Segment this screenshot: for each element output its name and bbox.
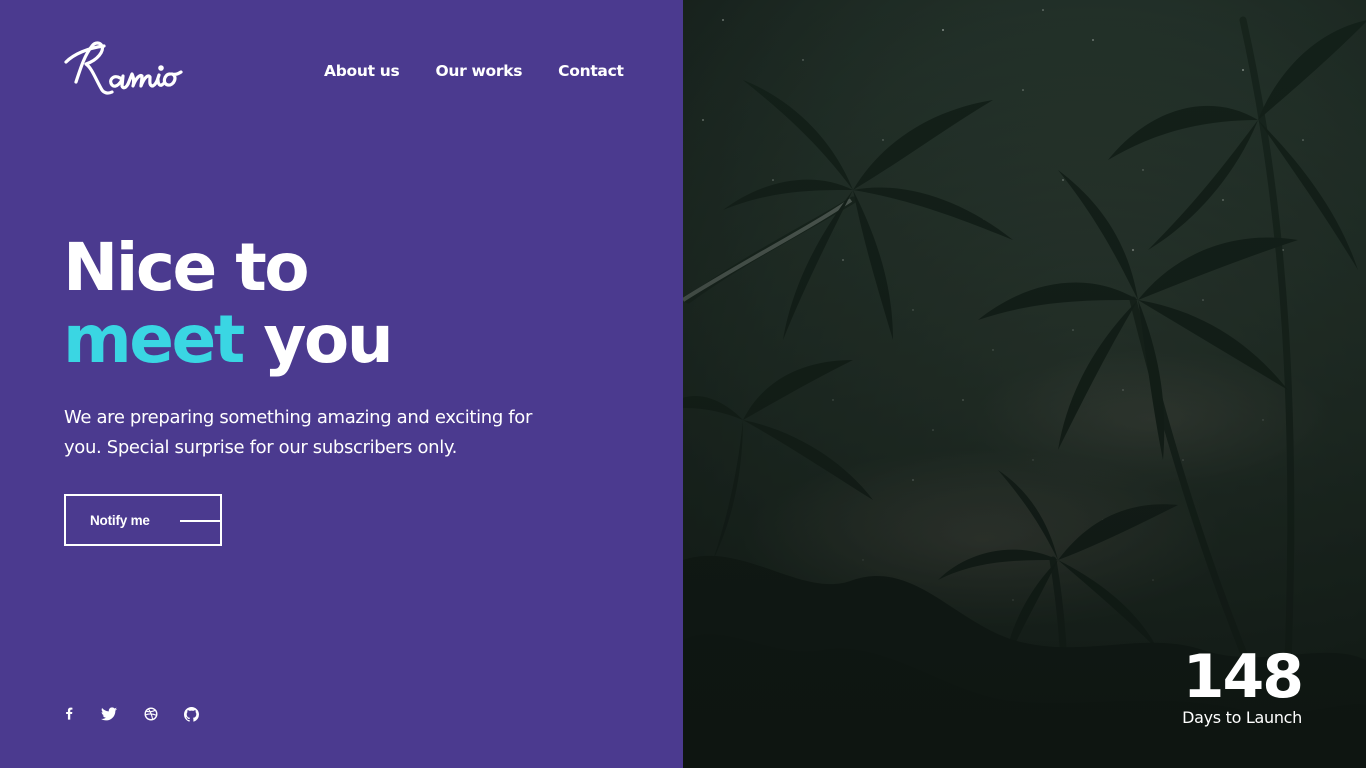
notify-me-label: Notify me: [90, 513, 150, 528]
hero-image-panel: 148 Days to Launch: [683, 0, 1366, 768]
launch-countdown: 148 Days to Launch: [1182, 642, 1304, 728]
hero-description: We are preparing something amazing and e…: [64, 407, 533, 458]
days-remaining-number: 148: [1182, 642, 1304, 712]
arrow-line-icon: [180, 520, 220, 522]
dribbble-icon[interactable]: [142, 704, 160, 724]
headline-line-1: Nice to: [63, 229, 310, 306]
nav-our-works[interactable]: Our works: [435, 62, 522, 80]
nav-contact[interactable]: Contact: [558, 62, 624, 80]
github-icon[interactable]: [182, 704, 200, 724]
left-panel: About us Our works Contact Nice to meet …: [0, 0, 683, 768]
main-nav: About us Our works Contact: [324, 62, 624, 80]
nav-about-us[interactable]: About us: [324, 62, 400, 80]
logo-script-mark: [64, 41, 183, 95]
facebook-icon[interactable]: [60, 704, 78, 724]
headline-rest-word: you: [263, 301, 393, 378]
social-links: [60, 704, 222, 724]
hero-headline: Nice to meet you: [63, 229, 394, 378]
headline-line-2: meet you: [63, 301, 394, 378]
brand-logo[interactable]: [62, 36, 184, 98]
twitter-icon[interactable]: [100, 704, 118, 724]
days-remaining-label: Days to Launch: [1182, 708, 1302, 727]
notify-me-button[interactable]: Notify me: [64, 494, 222, 546]
headline-accent-word: meet: [63, 301, 245, 378]
